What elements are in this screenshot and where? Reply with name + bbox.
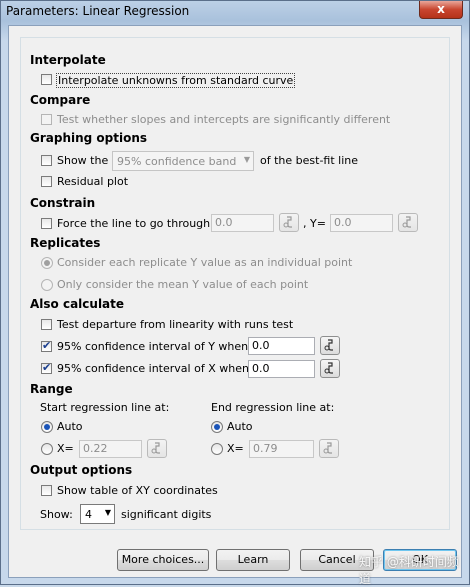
- constrain-y-param-button[interactable]: [398, 213, 418, 232]
- residual-plot-checkbox[interactable]: [41, 176, 52, 187]
- constrain-x-param-button[interactable]: [279, 213, 299, 232]
- ci-y-label[interactable]: 95% confidence interval of Y when X =: [57, 340, 272, 353]
- band-suffix-label: of the best-fit line: [260, 154, 359, 167]
- end-auto-radio[interactable]: [211, 421, 223, 433]
- replicates-header: Replicates: [30, 236, 101, 250]
- significant-digits-value: 4: [85, 508, 92, 521]
- runs-test-label[interactable]: Test departure from linearity with runs …: [57, 318, 293, 331]
- significant-digits-label: significant digits: [121, 508, 212, 521]
- start-x-param-button[interactable]: [147, 439, 167, 458]
- show-band-label[interactable]: Show the: [57, 154, 108, 167]
- compare-checkbox[interactable]: [41, 114, 52, 125]
- interpolate-header: Interpolate: [30, 53, 106, 67]
- learn-button[interactable]: Learn: [216, 549, 290, 571]
- start-x-radio[interactable]: [41, 443, 53, 455]
- compare-option-label[interactable]: Test whether slopes and intercepts are s…: [57, 113, 390, 126]
- xy-table-label[interactable]: Show table of XY coordinates: [57, 484, 218, 497]
- end-x-input[interactable]: 0.79: [249, 440, 314, 458]
- compare-header: Compare: [30, 93, 91, 107]
- start-x-label[interactable]: X=: [57, 442, 74, 455]
- also-calculate-header: Also calculate: [30, 297, 125, 311]
- ci-x-param-button[interactable]: [320, 359, 340, 378]
- ci-x-label[interactable]: 95% confidence interval of X when Y =: [57, 362, 272, 375]
- constrain-y-label: , Y=: [303, 217, 326, 230]
- title-bar[interactable]: Parameters: Linear Regression x: [1, 1, 469, 23]
- chevron-down-icon: ▼: [104, 508, 111, 517]
- replicates-individual-label[interactable]: Consider each replicate Y value as an in…: [57, 256, 352, 269]
- link-icon: [402, 216, 411, 228]
- end-x-radio[interactable]: [211, 443, 223, 455]
- force-line-label[interactable]: Force the line to go through X=: [57, 217, 230, 230]
- graphing-header: Graphing options: [30, 131, 148, 145]
- link-icon: [151, 442, 160, 454]
- output-options-header: Output options: [30, 463, 133, 477]
- dialog-client-area: Interpolate Interpolate unknowns from st…: [8, 25, 462, 578]
- replicates-mean-radio[interactable]: [41, 279, 53, 291]
- constrain-x-input[interactable]: 0.0: [211, 214, 274, 232]
- constrain-y-input[interactable]: 0.0: [330, 214, 393, 232]
- force-line-checkbox[interactable]: [41, 218, 52, 229]
- end-x-param-button[interactable]: [319, 439, 339, 458]
- window-title: Parameters: Linear Regression: [6, 4, 190, 18]
- ci-y-param-button[interactable]: [320, 336, 340, 355]
- link-icon: [283, 216, 292, 228]
- dialog-window: Parameters: Linear Regression x Interpol…: [0, 0, 470, 586]
- ci-y-input[interactable]: 0.0: [248, 337, 315, 355]
- ci-y-checkbox[interactable]: [41, 339, 52, 352]
- start-auto-label[interactable]: Auto: [57, 420, 83, 433]
- interpolate-checkbox[interactable]: [41, 74, 52, 85]
- band-type-select[interactable]: 95% confidence band ▼: [112, 151, 254, 171]
- end-auto-label[interactable]: Auto: [227, 420, 253, 433]
- start-regression-label: Start regression line at:: [40, 401, 170, 414]
- ci-x-input[interactable]: 0.0: [248, 360, 315, 378]
- runs-test-checkbox[interactable]: [41, 319, 52, 330]
- replicates-mean-label[interactable]: Only consider the mean Y value of each p…: [57, 278, 308, 291]
- ci-x-checkbox[interactable]: [41, 361, 52, 374]
- significant-digits-select[interactable]: 4 ▼: [80, 504, 115, 524]
- watermark-text: 知乎 @科研时间频道: [359, 555, 459, 586]
- chevron-down-icon: ▼: [243, 155, 250, 164]
- band-type-value: 95% confidence band: [117, 155, 237, 168]
- link-icon: [324, 339, 333, 351]
- interpolate-option-label[interactable]: Interpolate unknowns from standard curve: [56, 73, 296, 88]
- end-x-label[interactable]: X=: [227, 442, 244, 455]
- digits-show-label: Show:: [40, 508, 73, 521]
- replicates-individual-radio[interactable]: [41, 257, 53, 269]
- more-choices-button[interactable]: More choices...: [117, 549, 209, 571]
- start-x-input[interactable]: 0.22: [79, 440, 142, 458]
- end-regression-label: End regression line at:: [211, 401, 335, 414]
- xy-table-checkbox[interactable]: [41, 485, 52, 496]
- start-auto-radio[interactable]: [41, 421, 53, 433]
- show-band-checkbox[interactable]: [41, 155, 52, 166]
- residual-plot-label[interactable]: Residual plot: [57, 175, 128, 188]
- link-icon: [324, 362, 333, 374]
- close-button[interactable]: x: [419, 1, 463, 19]
- constrain-header: Constrain: [30, 196, 96, 210]
- range-header: Range: [30, 382, 73, 396]
- link-icon: [323, 442, 332, 454]
